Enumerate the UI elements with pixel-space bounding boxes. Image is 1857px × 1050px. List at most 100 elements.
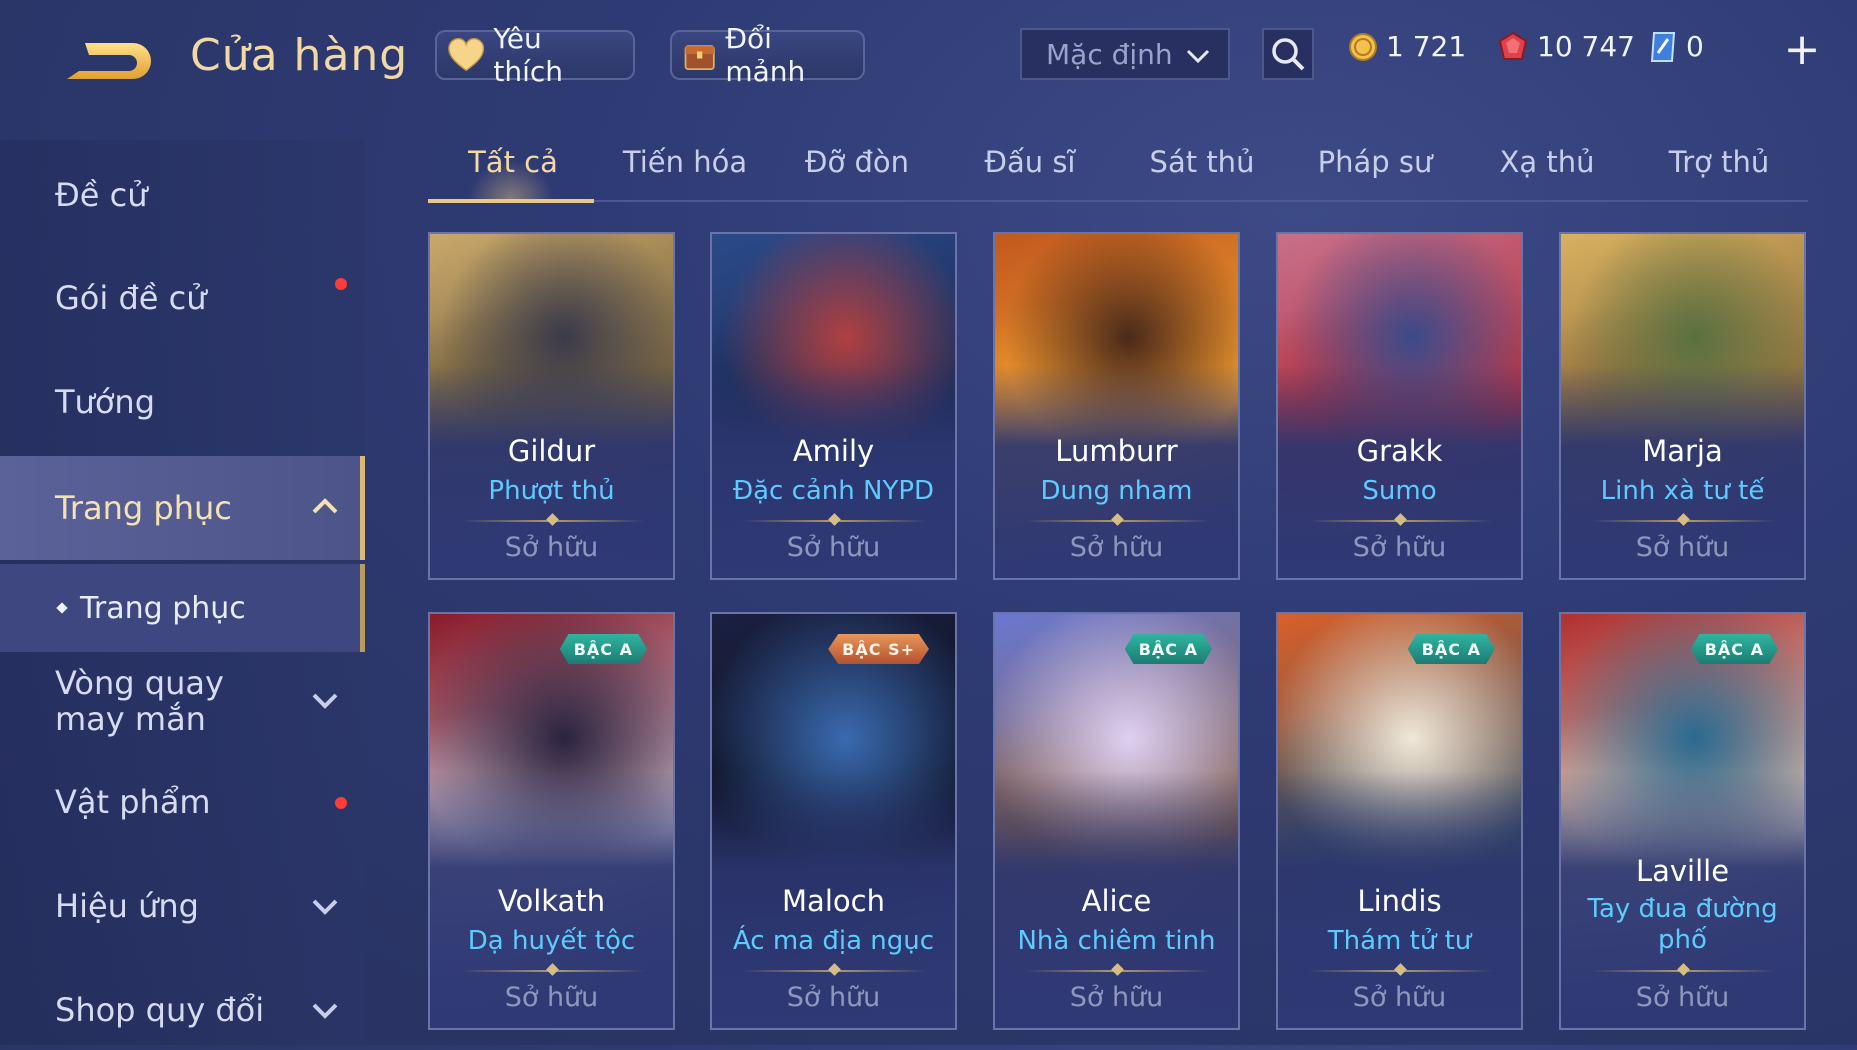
sidebar-item-label: Gói đề cử — [55, 279, 207, 317]
sidebar: Đề cử Gói đề cử Tướng Trang phục Trang p… — [0, 140, 365, 1045]
hero-name: Alice — [1081, 884, 1152, 918]
sidebar-item-label: Vật phẩm — [55, 783, 211, 821]
skin-name: Nhà chiêm tinh — [1017, 926, 1216, 956]
tier-badge: BẬC A — [1407, 634, 1495, 664]
tab-label: Xạ thủ — [1499, 145, 1595, 179]
owned-status: Sở hữu — [1069, 532, 1164, 563]
heart-icon — [448, 37, 485, 72]
skin-name: Phượt thủ — [488, 476, 615, 506]
tier-badge: BẬC A — [1690, 634, 1778, 664]
skin-name: Ác ma địa ngục — [732, 926, 935, 956]
skin-card[interactable]: BẬC A Volkath Dạ huyết tộc Sở hữu — [428, 612, 675, 1030]
owned-status: Sở hữu — [504, 532, 599, 563]
tier-badge: BẬC A — [1124, 634, 1212, 664]
owned-status: Sở hữu — [1352, 982, 1447, 1013]
exchange-button[interactable]: Đổi mảnh — [670, 22, 865, 88]
chest-icon — [684, 45, 715, 71]
bullet-icon — [56, 602, 68, 614]
skin-card[interactable]: BẬC A Laville Tay đua đường phố Sở hữu — [1559, 612, 1806, 1030]
sidebar-item-label: Shop quy đổi — [55, 991, 265, 1029]
hero-name: Lumburr — [1055, 434, 1178, 468]
skin-card[interactable]: BẬC A Alice Nhà chiêm tinh Sở hữu — [993, 612, 1240, 1030]
skin-name: Linh xà tư tế — [1600, 476, 1765, 506]
tab-label: Pháp sư — [1317, 145, 1433, 179]
owned-status: Sở hữu — [1635, 982, 1730, 1013]
category-tabs: Tất cả Tiến hóa Đỡ đòn Đấu sĩ Sát thủ Ph… — [428, 135, 1808, 203]
active-tab-indicator — [428, 199, 594, 203]
exchange-label: Đổi mảnh — [725, 22, 806, 88]
tab-tank[interactable]: Đỡ đòn — [772, 145, 942, 179]
sidebar-item-heroes[interactable]: Tướng — [0, 362, 365, 442]
sidebar-item-exchange-shop[interactable]: Shop quy đổi — [0, 970, 365, 1050]
hero-name: Gildur — [507, 434, 596, 468]
owned-status: Sở hữu — [1352, 532, 1447, 563]
owned-status: Sở hữu — [1635, 532, 1730, 563]
owned-status: Sở hữu — [1069, 982, 1164, 1013]
sidebar-subitem-label: Trang phục — [80, 590, 246, 626]
tab-label: Trợ thủ — [1668, 145, 1770, 179]
hero-name: Maloch — [782, 884, 885, 918]
sidebar-subitem-skins[interactable]: Trang phục — [0, 564, 365, 652]
sort-dropdown[interactable]: Mặc định — [1020, 28, 1230, 80]
sort-value: Mặc định — [1046, 37, 1173, 71]
skin-card[interactable]: Marja Linh xà tư tế Sở hữu — [1559, 232, 1806, 580]
back-arrow-icon[interactable] — [55, 35, 155, 90]
ruby-amount: 10 747 — [1537, 30, 1635, 63]
tab-evolution[interactable]: Tiến hóa — [600, 145, 770, 179]
gold-coin-icon — [1349, 32, 1377, 61]
skin-card[interactable]: BẬC S+ Maloch Ác ma địa ngục Sở hữu — [710, 612, 957, 1030]
owned-status: Sở hữu — [786, 982, 881, 1013]
chevron-down-icon — [312, 693, 338, 709]
plus-icon[interactable]: + — [1782, 28, 1822, 72]
voucher-balance: 0 — [1648, 30, 1704, 63]
skin-card[interactable]: Grakk Sumo Sở hữu — [1276, 232, 1523, 580]
owned-status: Sở hữu — [786, 532, 881, 563]
skin-name: Đặc cảnh NYPD — [732, 476, 935, 506]
sidebar-item-label: Hiệu ứng — [55, 887, 199, 925]
skin-name: Dung nham — [1040, 476, 1193, 506]
skin-card[interactable]: Gildur Phượt thủ Sở hữu — [428, 232, 675, 580]
tab-label: Đỡ đòn — [805, 145, 909, 179]
sidebar-item-label: Trang phục — [55, 489, 232, 527]
gold-balance: 1 721 — [1348, 30, 1466, 63]
search-icon — [1272, 38, 1305, 71]
hero-name: Amily — [792, 434, 875, 468]
tab-mage[interactable]: Pháp sư — [1290, 145, 1460, 179]
skin-name: Sumo — [1362, 476, 1437, 506]
page-title: Cửa hàng — [190, 30, 409, 81]
hero-name: Grakk — [1356, 434, 1443, 468]
chevron-up-icon — [312, 498, 338, 514]
tab-assassin[interactable]: Sát thủ — [1117, 145, 1287, 179]
tab-glow — [468, 160, 554, 200]
sidebar-item-effects[interactable]: Hiệu ứng — [0, 866, 365, 946]
tab-fighter[interactable]: Đấu sĩ — [945, 145, 1115, 179]
tab-label: Sát thủ — [1149, 145, 1255, 179]
favorite-label: Yêu thích — [493, 22, 563, 88]
skin-card[interactable]: Lumburr Dung nham Sở hữu — [993, 232, 1240, 580]
hero-name: Volkath — [497, 884, 606, 918]
notification-dot — [335, 278, 347, 290]
owned-status: Sở hữu — [504, 982, 599, 1013]
hero-name: Lindis — [1357, 884, 1442, 918]
skin-card[interactable]: BẬC A Lindis Thám tử tư Sở hữu — [1276, 612, 1523, 1030]
skin-card[interactable]: Amily Đặc cảnh NYPD Sở hữu — [710, 232, 957, 580]
tab-label: Tiến hóa — [622, 145, 748, 179]
tab-label: Đấu sĩ — [984, 145, 1076, 179]
favorite-button[interactable]: Yêu thích — [435, 22, 635, 88]
tab-support[interactable]: Trợ thủ — [1634, 145, 1804, 179]
chevron-down-icon — [1186, 49, 1210, 64]
sidebar-item-label: Vòng quay may mắn — [55, 664, 224, 738]
sidebar-item-bundles[interactable]: Gói đề cử — [0, 258, 365, 338]
sidebar-item-recommended[interactable]: Đề cử — [0, 155, 365, 235]
ruby-balance: 10 747 — [1497, 30, 1635, 63]
top-bar: Cửa hàng Yêu thích Đổi mảnh Mặc định 1 7… — [0, 0, 1857, 120]
sidebar-item-skins[interactable]: Trang phục — [0, 456, 365, 560]
skin-name: Thám tử tư — [1327, 926, 1472, 956]
search-button[interactable] — [1262, 28, 1314, 80]
tab-marksman[interactable]: Xạ thủ — [1462, 145, 1632, 179]
voucher-icon — [1650, 31, 1676, 62]
chevron-down-icon — [312, 899, 338, 915]
chevron-down-icon — [312, 1003, 338, 1019]
sidebar-item-items[interactable]: Vật phẩm — [0, 762, 365, 842]
voucher-amount: 0 — [1686, 30, 1704, 63]
